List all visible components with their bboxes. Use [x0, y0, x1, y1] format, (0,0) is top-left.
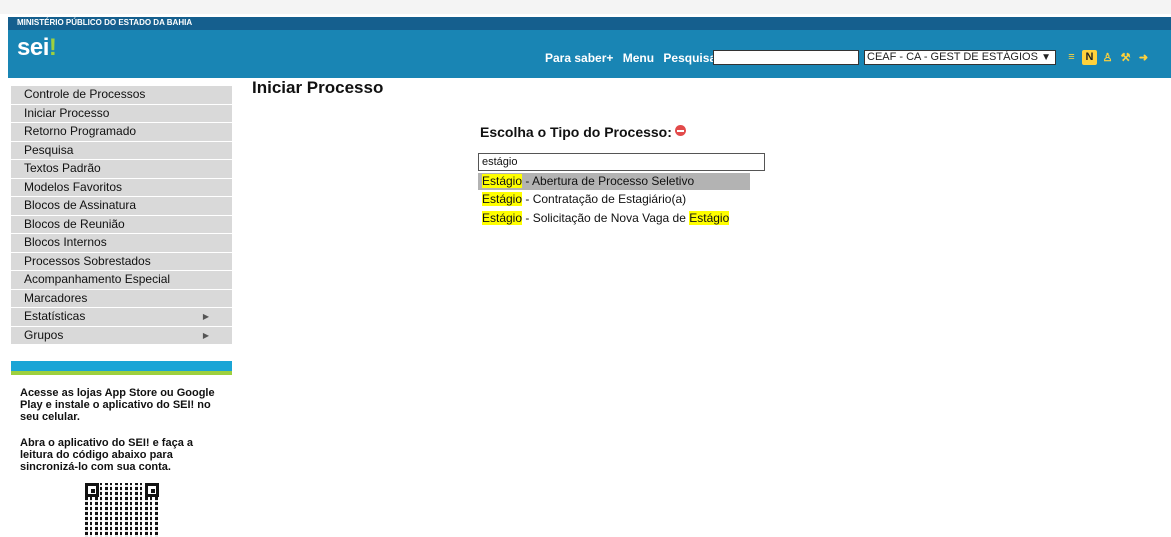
org-name: MINISTÉRIO PÚBLICO DO ESTADO DA BAHIA	[17, 18, 193, 27]
top-spacer	[0, 0, 1171, 14]
app-frame: MINISTÉRIO PÚBLICO DO ESTADO DA BAHIA se…	[8, 14, 1171, 537]
sidebar-item-blocos-assinatura[interactable]: Blocos de Assinatura	[11, 197, 232, 216]
result-item-contratacao[interactable]: Estágio - Contratação de Estagiário(a)	[478, 192, 750, 206]
process-type-results: Estágio - Abertura de Processo Seletivo …	[478, 173, 750, 231]
sidebar-item-processos-sobrestados[interactable]: Processos Sobrestados	[11, 252, 232, 271]
unit-select-value: CEAF - CA - GEST DE ESTÁGIOS	[867, 51, 1038, 63]
sidebar-item-marcadores[interactable]: Marcadores	[11, 289, 232, 308]
nav-links: Para saber+ Menu Pesquisa	[545, 51, 722, 65]
pesquisa-link[interactable]: Pesquisa	[663, 51, 716, 65]
result-item-nova-vaga[interactable]: Estágio - Solicitação de Nova Vaga de Es…	[478, 211, 750, 225]
sidebar-item-retorno-programado[interactable]: Retorno Programado	[11, 123, 232, 142]
menu-link[interactable]: Menu	[623, 51, 654, 65]
sei-logo[interactable]: sei!	[17, 34, 57, 62]
user-icon[interactable]: ♙	[1100, 50, 1115, 65]
process-type-filter-input[interactable]	[478, 153, 765, 171]
list-icon[interactable]: ≡	[1064, 50, 1079, 65]
sidebar-item-grupos[interactable]: Grupos ▶	[11, 326, 232, 345]
chevron-down-icon: ▼	[1041, 52, 1051, 63]
submenu-arrow-icon: ▶	[202, 330, 209, 340]
sidebar-item-pesquisa[interactable]: Pesquisa	[11, 141, 232, 160]
notes-icon[interactable]: N	[1082, 49, 1097, 65]
tools-icon[interactable]: ⚒	[1118, 50, 1133, 65]
top-navbar: sei! Para saber+ Menu Pesquisa CEAF - CA…	[8, 30, 1171, 78]
sidebar-item-blocos-reuniao[interactable]: Blocos de Reunião	[11, 215, 232, 234]
promo-text-stores: Acesse as lojas App Store ou Google Play…	[20, 387, 215, 423]
page-title: Iniciar Processo	[252, 78, 384, 97]
toolbar-icons: ≡ N ♙ ⚒ ➜	[1064, 49, 1151, 65]
app-promo: Acesse as lojas App Store ou Google Play…	[11, 375, 232, 473]
sidebar-item-modelos-favoritos[interactable]: Modelos Favoritos	[11, 178, 232, 197]
sidebar-item-controle-processos[interactable]: Controle de Processos	[11, 86, 232, 105]
search-input[interactable]	[713, 50, 859, 65]
sidebar-item-blocos-internos[interactable]: Blocos Internos	[11, 234, 232, 253]
promo-text-sync: Abra o aplicativo do SEI! e faça a leitu…	[20, 437, 193, 473]
sidebar-item-textos-padrao[interactable]: Textos Padrão	[11, 160, 232, 179]
sidebar-item-estatisticas[interactable]: Estatísticas ▶	[11, 308, 232, 327]
org-bar: MINISTÉRIO PÚBLICO DO ESTADO DA BAHIA	[8, 17, 1171, 30]
exit-icon[interactable]: ➜	[1136, 50, 1151, 65]
sidebar: Controle de Processos Iniciar Processo R…	[11, 86, 232, 537]
sidebar-item-iniciar-processo[interactable]: Iniciar Processo	[11, 104, 232, 123]
result-item-abertura[interactable]: Estágio - Abertura de Processo Seletivo	[478, 173, 750, 190]
unit-select[interactable]: CEAF - CA - GEST DE ESTÁGIOS ▼	[864, 50, 1056, 65]
collapse-minus-icon[interactable]	[674, 125, 686, 136]
sidebar-stripe-blue	[11, 361, 232, 371]
sidebar-item-acompanhamento-especial[interactable]: Acompanhamento Especial	[11, 271, 232, 290]
qr-code	[85, 483, 159, 537]
process-type-label: Escolha o Tipo do Processo:	[480, 124, 686, 140]
submenu-arrow-icon: ▶	[202, 312, 209, 321]
para-saber-link[interactable]: Para saber+	[545, 51, 613, 65]
